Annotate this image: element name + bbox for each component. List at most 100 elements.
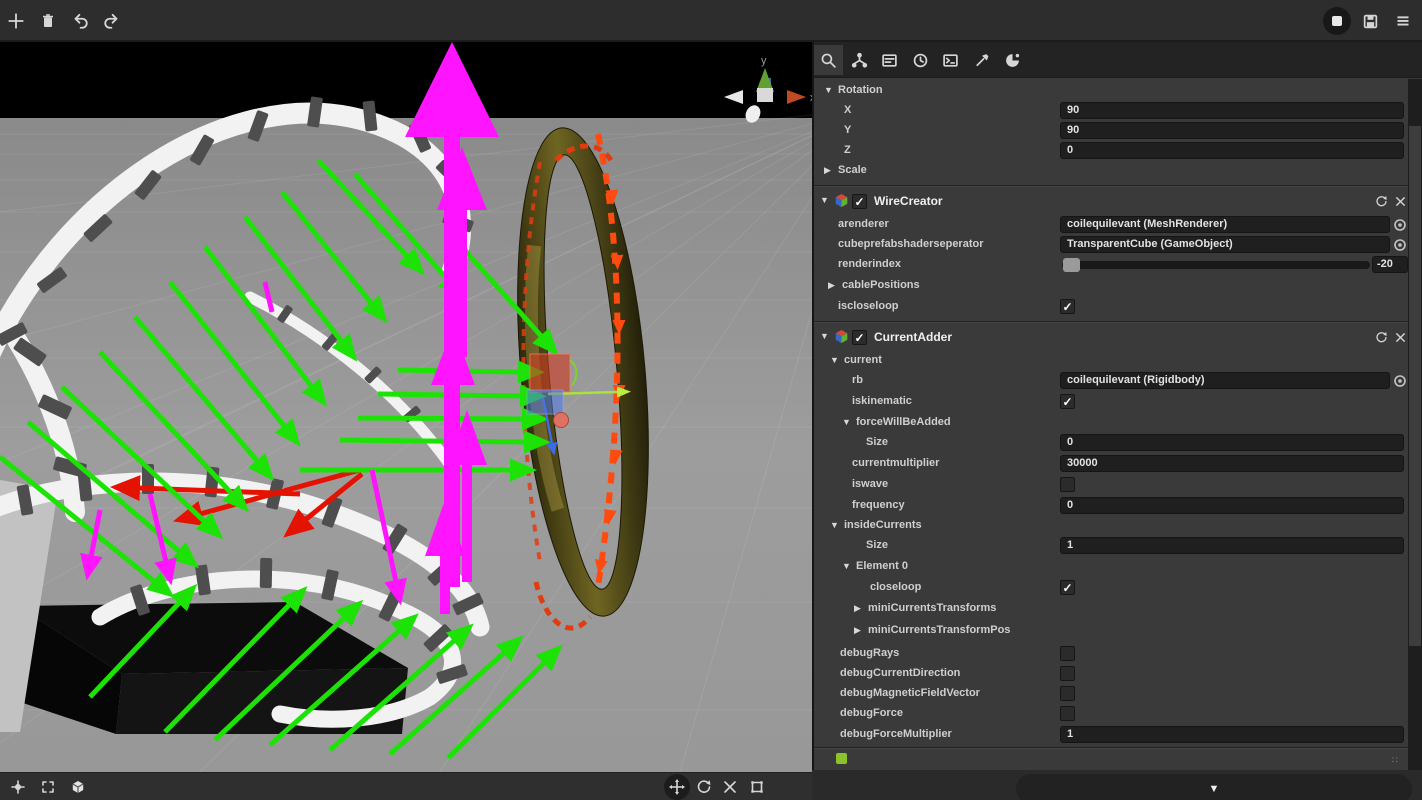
y-label: Y bbox=[844, 124, 851, 136]
cablepositions-row[interactable]: cablePositions bbox=[814, 276, 1408, 296]
size-label: Size bbox=[866, 539, 888, 551]
insidecurrents-foldout-row[interactable]: insideCurrents bbox=[814, 516, 1408, 536]
gizmo-plane-handle-red[interactable] bbox=[530, 354, 570, 392]
foldout-icon[interactable] bbox=[820, 195, 829, 205]
scale-foldout-row[interactable]: Scale bbox=[814, 161, 1408, 181]
cube-icon[interactable] bbox=[66, 775, 90, 799]
currentmultiplier-label: currentmultiplier bbox=[852, 457, 939, 469]
iskinematic-label: iskinematic bbox=[852, 395, 912, 407]
add-icon[interactable] bbox=[3, 8, 29, 34]
gizmo-center-icon[interactable] bbox=[6, 775, 30, 799]
current-label: current bbox=[844, 354, 882, 366]
debugmagneticfieldvector-checkbox[interactable] bbox=[1060, 686, 1075, 701]
scrollbar-thumb[interactable] bbox=[1409, 126, 1421, 646]
debugcurrentdirection-checkbox[interactable] bbox=[1060, 666, 1075, 681]
currentadder-header[interactable]: CurrentAdder bbox=[814, 325, 1408, 349]
component-separator bbox=[814, 321, 1408, 323]
debugrays-checkbox[interactable] bbox=[1060, 646, 1075, 661]
current-foldout-row[interactable]: current bbox=[814, 351, 1408, 371]
undo-icon[interactable] bbox=[67, 8, 93, 34]
tab-history[interactable] bbox=[906, 45, 935, 75]
gizmo-center-ball[interactable] bbox=[554, 413, 569, 428]
remove-component-icon[interactable] bbox=[1393, 330, 1408, 345]
foldout-icon[interactable] bbox=[830, 355, 839, 365]
scene-sky bbox=[0, 42, 812, 118]
redo-icon[interactable] bbox=[99, 8, 125, 34]
rotate-tool[interactable] bbox=[692, 775, 716, 799]
inside-size-field[interactable]: 1 bbox=[1060, 537, 1404, 554]
foldout-icon[interactable] bbox=[824, 85, 833, 95]
renderindex-slider-handle[interactable] bbox=[1063, 258, 1080, 272]
foldout-icon[interactable] bbox=[842, 561, 851, 571]
rotation-foldout-row[interactable]: Rotation bbox=[814, 81, 1408, 101]
arenderer-row: arenderer coilequilevant (MeshRenderer) bbox=[814, 215, 1408, 235]
component-enabled-checkbox[interactable] bbox=[852, 330, 867, 345]
foldout-icon[interactable] bbox=[828, 280, 835, 291]
tab-search[interactable] bbox=[814, 45, 843, 75]
foldout-icon[interactable] bbox=[842, 417, 851, 427]
renderindex-slider-track[interactable] bbox=[1062, 261, 1370, 269]
save-icon[interactable] bbox=[1357, 8, 1383, 34]
renderindex-label: renderindex bbox=[838, 258, 901, 270]
cubeprefab-object-field[interactable]: TransparentCube (GameObject) bbox=[1060, 236, 1390, 253]
scene-viewport[interactable]: y x bbox=[0, 42, 812, 772]
rotation-x-field[interactable]: 90 bbox=[1060, 102, 1404, 119]
foldout-icon[interactable] bbox=[854, 603, 861, 614]
minicurrentstransforms-row[interactable]: miniCurrentsTransforms bbox=[814, 599, 1408, 619]
tab-tools[interactable] bbox=[967, 45, 996, 75]
partial-component-header[interactable]: ∷ bbox=[814, 751, 1408, 771]
foldout-icon[interactable] bbox=[820, 331, 829, 341]
closeloop-checkbox[interactable] bbox=[1060, 580, 1075, 595]
tab-hierarchy[interactable] bbox=[845, 45, 874, 75]
element0-foldout-row[interactable]: Element 0 bbox=[814, 557, 1408, 577]
force-size-field[interactable]: 0 bbox=[1060, 434, 1404, 451]
renderindex-value-field[interactable]: -20 bbox=[1372, 256, 1408, 273]
reset-component-icon[interactable] bbox=[1374, 194, 1389, 209]
delete-icon[interactable] bbox=[35, 8, 61, 34]
rect-tool[interactable] bbox=[745, 775, 769, 799]
debugrays-row: debugRays bbox=[814, 644, 1408, 664]
arenderer-object-field[interactable]: coilequilevant (MeshRenderer) bbox=[1060, 216, 1390, 233]
rotation-z-field[interactable]: 0 bbox=[1060, 142, 1404, 159]
debugforcemultiplier-label: debugForceMultiplier bbox=[840, 728, 952, 740]
wirecreator-header[interactable]: WireCreator bbox=[814, 189, 1408, 213]
scene-toolbar bbox=[0, 772, 812, 800]
frequency-field[interactable]: 0 bbox=[1060, 497, 1404, 514]
foldout-icon[interactable] bbox=[830, 520, 839, 530]
stop-button[interactable] bbox=[1323, 7, 1351, 35]
reset-component-icon[interactable] bbox=[1374, 330, 1389, 345]
debugforce-checkbox[interactable] bbox=[1060, 706, 1075, 721]
component-enabled-checkbox[interactable] bbox=[852, 194, 867, 209]
add-component-dropdown[interactable]: ▼ bbox=[1016, 774, 1412, 800]
currentmultiplier-field[interactable]: 30000 bbox=[1060, 455, 1404, 472]
iswave-label: iswave bbox=[852, 478, 888, 490]
minicurrentstransformpos-row[interactable]: miniCurrentsTransformPos bbox=[814, 621, 1408, 641]
debugrays-label: debugRays bbox=[840, 647, 899, 659]
rotation-y-field[interactable]: 90 bbox=[1060, 122, 1404, 139]
foldout-icon[interactable] bbox=[824, 165, 831, 176]
remove-component-icon[interactable] bbox=[1393, 194, 1408, 209]
debugcurrentdirection-row: debugCurrentDirection bbox=[814, 664, 1408, 684]
object-picker-icon[interactable] bbox=[1393, 374, 1407, 393]
forcewillbeadded-foldout-row[interactable]: forceWillBeAdded bbox=[814, 413, 1408, 433]
iskinematic-checkbox[interactable] bbox=[1060, 394, 1075, 409]
gizmo-cube bbox=[757, 88, 773, 102]
foldout-icon[interactable] bbox=[854, 625, 861, 636]
gizmo-plane-handle-blue[interactable] bbox=[527, 390, 563, 414]
tab-console[interactable] bbox=[936, 45, 965, 75]
tab-project[interactable] bbox=[875, 45, 904, 75]
debugforcemultiplier-field[interactable]: 1 bbox=[1060, 726, 1404, 743]
rb-object-field[interactable]: coilequilevant (Rigidbody) bbox=[1060, 372, 1390, 389]
rotation-y-row: Y 90 bbox=[814, 121, 1408, 141]
move-tool[interactable] bbox=[664, 774, 690, 800]
menu-icon[interactable] bbox=[1390, 8, 1416, 34]
inspector-scrollbar[interactable] bbox=[1408, 79, 1422, 770]
minicurrentstransformpos-label: miniCurrentsTransformPos bbox=[868, 624, 1010, 636]
scale-tool[interactable] bbox=[718, 775, 742, 799]
debugforce-label: debugForce bbox=[840, 707, 903, 719]
iscloseloop-checkbox[interactable] bbox=[1060, 299, 1075, 314]
tab-theme[interactable] bbox=[998, 45, 1027, 75]
iswave-checkbox[interactable] bbox=[1060, 477, 1075, 492]
debugforcemultiplier-row: debugForceMultiplier 1 bbox=[814, 725, 1408, 745]
expand-icon[interactable] bbox=[36, 775, 60, 799]
